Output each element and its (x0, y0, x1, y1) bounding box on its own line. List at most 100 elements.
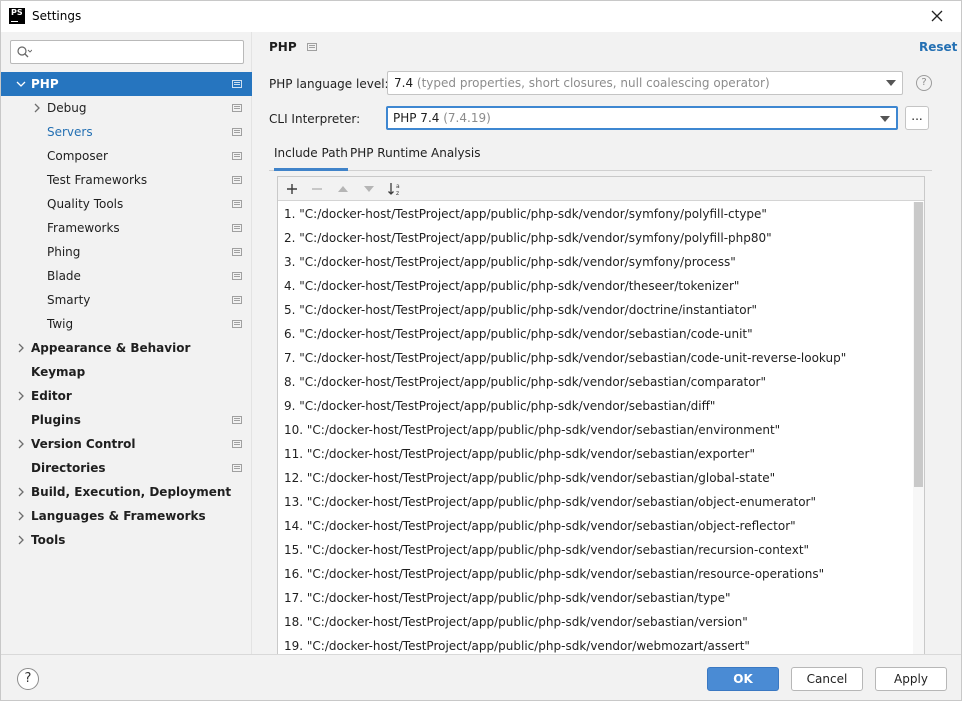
chevron-right-icon[interactable] (15, 336, 27, 360)
project-settings-icon (232, 224, 242, 232)
chevron-right-icon[interactable] (31, 96, 43, 120)
project-settings-icon (232, 416, 242, 424)
sidebar-item-frameworks[interactable]: Frameworks (1, 216, 252, 240)
list-item[interactable]: 1. "C:/docker-host/TestProject/app/publi… (278, 202, 924, 226)
list-item[interactable]: 10. "C:/docker-host/TestProject/app/publ… (278, 418, 924, 442)
remove-path-button[interactable] (308, 180, 326, 198)
list-item[interactable]: 4. "C:/docker-host/TestProject/app/publi… (278, 274, 924, 298)
include-path-list[interactable]: 1. "C:/docker-host/TestProject/app/publi… (278, 202, 924, 654)
project-settings-icon (232, 104, 242, 112)
add-path-button[interactable] (283, 180, 301, 198)
sidebar-item-servers[interactable]: Servers (1, 120, 252, 144)
sidebar-item-tools[interactable]: Tools (1, 528, 252, 552)
project-settings-icon (232, 80, 242, 88)
sidebar-item-label: Blade (47, 269, 81, 283)
chevron-right-icon[interactable] (15, 384, 27, 408)
interpreter-browse-button[interactable]: ... (905, 106, 929, 130)
sidebar-item-label: Build, Execution, Deployment (31, 485, 232, 499)
list-item[interactable]: 11. "C:/docker-host/TestProject/app/publ… (278, 442, 924, 466)
search-input[interactable] (35, 44, 235, 60)
window-title: Settings (32, 9, 82, 23)
sidebar-item-label: Frameworks (47, 221, 120, 235)
apply-button[interactable]: Apply (875, 667, 947, 691)
php-settings-panel: PHP Reset PHP language level: 7.4 (typed… (253, 32, 961, 654)
tab-php-runtime[interactable]: PHP Runtime (350, 145, 427, 171)
sidebar-item-php[interactable]: PHP (1, 72, 252, 96)
language-level-select[interactable]: 7.4 (typed properties, short closures, n… (387, 71, 903, 95)
sidebar-item-blade[interactable]: Blade (1, 264, 252, 288)
sidebar-item-label: Phing (47, 245, 81, 259)
scrollbar-thumb[interactable] (914, 202, 923, 487)
help-icon[interactable]: ? (916, 75, 932, 91)
cancel-button[interactable]: Cancel (791, 667, 863, 691)
ok-button[interactable]: OK (707, 667, 779, 691)
chevron-right-icon[interactable] (15, 480, 27, 504)
sidebar-item-editor[interactable]: Editor (1, 384, 252, 408)
title-bar: PS Settings (1, 1, 961, 32)
sidebar-item-label: Test Frameworks (47, 173, 148, 187)
sidebar-item-label: Composer (47, 149, 108, 163)
sidebar-item-label: Languages & Frameworks (31, 509, 206, 523)
sidebar-item-phing[interactable]: Phing (1, 240, 252, 264)
project-settings-icon (232, 440, 242, 448)
sidebar-item-plugins[interactable]: Plugins (1, 408, 252, 432)
list-item[interactable]: 7. "C:/docker-host/TestProject/app/publi… (278, 346, 924, 370)
list-item[interactable]: 15. "C:/docker-host/TestProject/app/publ… (278, 538, 924, 562)
sidebar-item-label: Editor (31, 389, 72, 403)
reset-link[interactable]: Reset (919, 40, 957, 54)
chevron-right-icon[interactable] (15, 504, 27, 528)
sidebar-item-label: Debug (47, 101, 87, 115)
cli-interpreter-select[interactable]: PHP 7.4 (7.4.19) (386, 106, 898, 130)
list-item[interactable]: 14. "C:/docker-host/TestProject/app/publ… (278, 514, 924, 538)
tab-analysis[interactable]: Analysis (431, 145, 480, 171)
sidebar-item-quality-tools[interactable]: Quality Tools (1, 192, 252, 216)
language-level-detail: (typed properties, short closures, null … (416, 76, 770, 90)
close-icon (931, 10, 943, 22)
list-item[interactable]: 6. "C:/docker-host/TestProject/app/publi… (278, 322, 924, 346)
sidebar-item-label: Version Control (31, 437, 136, 451)
chevron-down-icon[interactable] (15, 72, 27, 96)
settings-tabs: Include Path PHP Runtime Analysis (269, 141, 932, 171)
list-item[interactable]: 13. "C:/docker-host/TestProject/app/publ… (278, 490, 924, 514)
list-item[interactable]: 9. "C:/docker-host/TestProject/app/publi… (278, 394, 924, 418)
list-item[interactable]: 2. "C:/docker-host/TestProject/app/publi… (278, 226, 924, 250)
sidebar-item-composer[interactable]: Composer (1, 144, 252, 168)
sidebar-item-build-execution-deployment[interactable]: Build, Execution, Deployment (1, 480, 252, 504)
project-settings-icon (232, 272, 242, 280)
settings-tree: PHP Debug Servers Composer Test Frameworks Qu… (1, 72, 252, 552)
dialog-footer: ? OK Cancel Apply (1, 654, 961, 700)
list-item[interactable]: 8. "C:/docker-host/TestProject/app/publi… (278, 370, 924, 394)
sidebar-item-version-control[interactable]: Version Control (1, 432, 252, 456)
include-path-panel: a z 1. "C:/docker-host/TestProject/app/p… (277, 176, 925, 654)
help-button[interactable]: ? (17, 668, 39, 690)
search-box[interactable] (10, 40, 244, 64)
sidebar-item-twig[interactable]: Twig (1, 312, 252, 336)
list-item[interactable]: 12. "C:/docker-host/TestProject/app/publ… (278, 466, 924, 490)
page-title: PHP (269, 40, 297, 54)
sidebar-item-directories[interactable]: Directories (1, 456, 252, 480)
move-down-button[interactable] (360, 180, 378, 198)
sort-button[interactable]: a z (386, 180, 404, 198)
chevron-right-icon[interactable] (15, 528, 27, 552)
move-up-button[interactable] (334, 180, 352, 198)
list-item[interactable]: 19. "C:/docker-host/TestProject/app/publ… (278, 634, 924, 654)
close-button[interactable] (923, 3, 951, 29)
list-item[interactable]: 3. "C:/docker-host/TestProject/app/publi… (278, 250, 924, 274)
sidebar-item-debug[interactable]: Debug (1, 96, 252, 120)
sidebar-item-languages-frameworks[interactable]: Languages & Frameworks (1, 504, 252, 528)
settings-sidebar: PHP Debug Servers Composer Test Frameworks Qu… (1, 32, 252, 654)
tab-include-path[interactable]: Include Path (274, 145, 348, 171)
cli-interpreter-label: CLI Interpreter: (269, 112, 361, 126)
list-item[interactable]: 18. "C:/docker-host/TestProject/app/publ… (278, 610, 924, 634)
chevron-right-icon[interactable] (15, 432, 27, 456)
sidebar-item-keymap[interactable]: Keymap (1, 360, 252, 384)
list-item[interactable]: 5. "C:/docker-host/TestProject/app/publi… (278, 298, 924, 322)
sidebar-item-appearance-behavior[interactable]: Appearance & Behavior (1, 336, 252, 360)
sidebar-item-test-frameworks[interactable]: Test Frameworks (1, 168, 252, 192)
list-item[interactable]: 16. "C:/docker-host/TestProject/app/publ… (278, 562, 924, 586)
sidebar-item-label: Tools (31, 533, 66, 547)
project-settings-icon (232, 152, 242, 160)
sidebar-item-smarty[interactable]: Smarty (1, 288, 252, 312)
list-item[interactable]: 17. "C:/docker-host/TestProject/app/publ… (278, 586, 924, 610)
sidebar-item-label: Plugins (31, 413, 81, 427)
